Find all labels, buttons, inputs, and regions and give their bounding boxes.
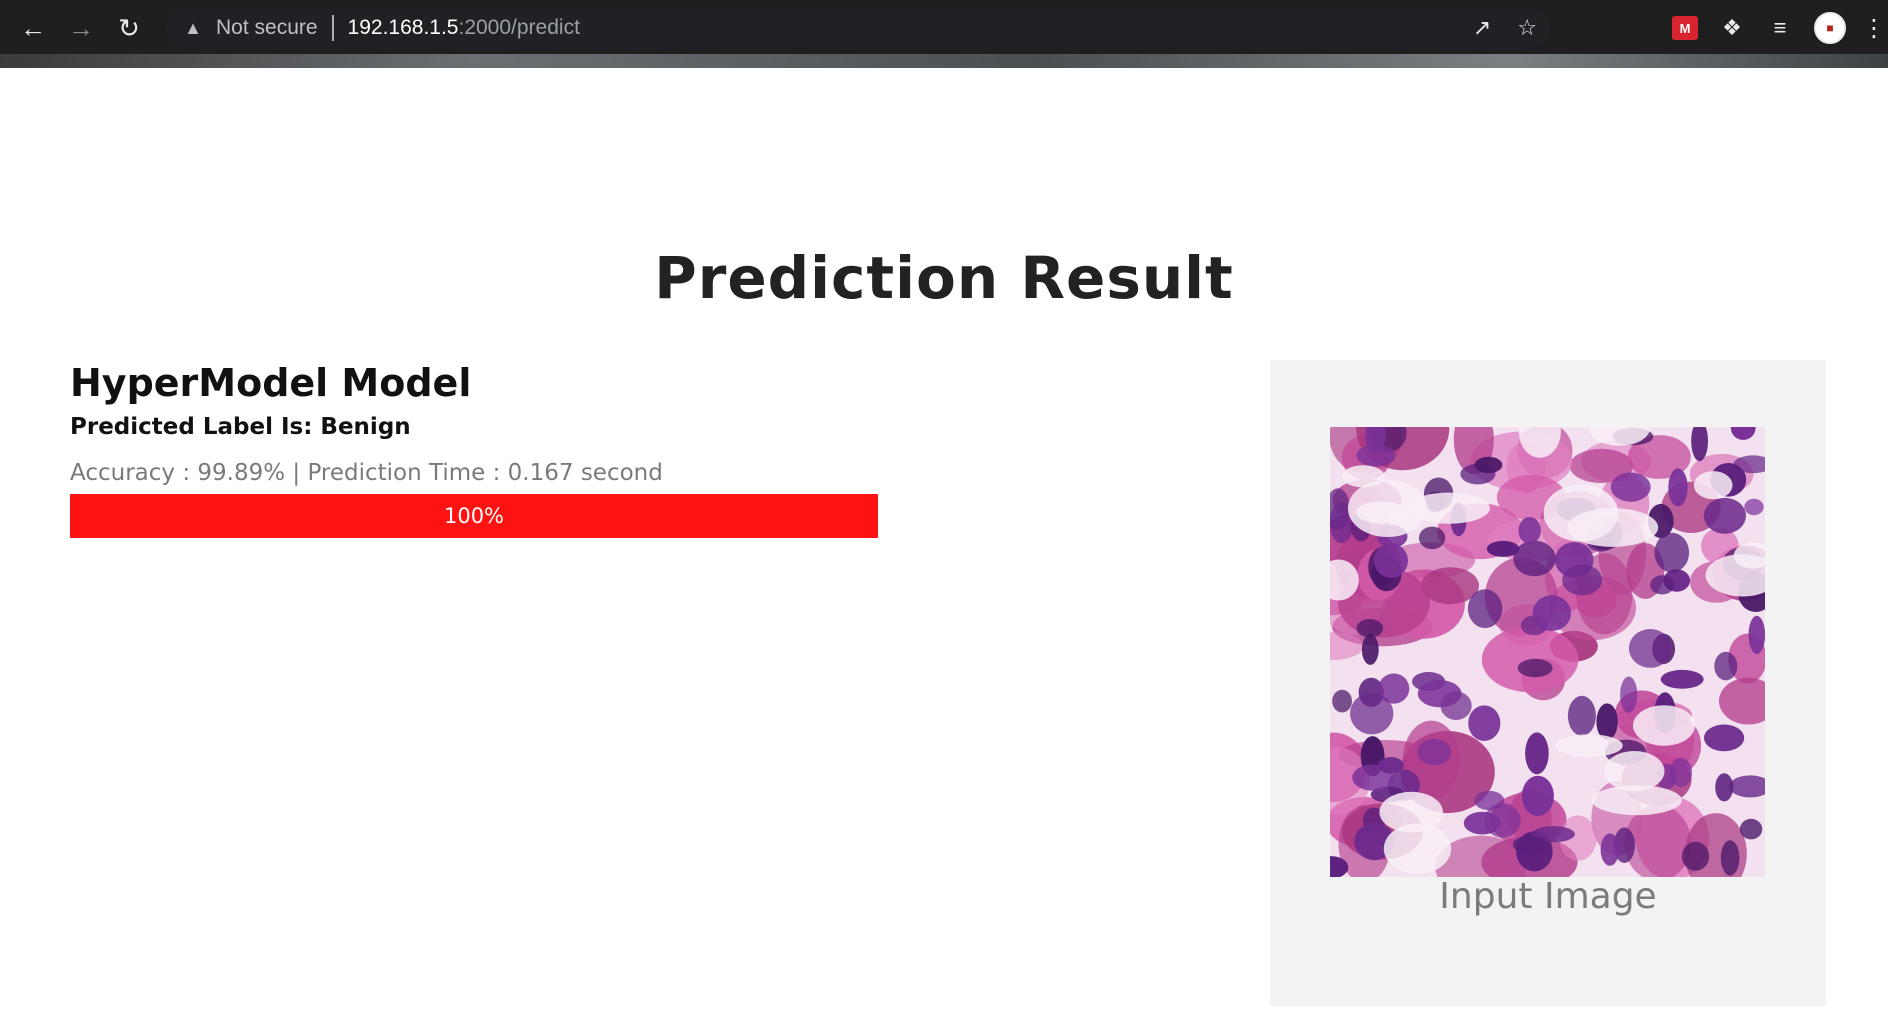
prediction-metrics: Accuracy : 99.89% | Prediction Time : 0.… [70, 460, 663, 486]
share-icon[interactable]: ↗ [1473, 15, 1491, 41]
security-label[interactable]: Not secure [216, 16, 318, 40]
progress-label: 100% [443, 504, 505, 528]
progress-fill: 100% [70, 494, 878, 538]
profile-avatar-icon[interactable]: ■ [1814, 12, 1846, 44]
url-host[interactable]: 192.168.1.5 [348, 16, 459, 40]
url-path[interactable]: :2000/predict [458, 16, 579, 40]
input-image-card: Input Image [1270, 360, 1826, 1006]
forward-button[interactable]: → [63, 10, 99, 46]
warning-triangle-icon[interactable]: ▲ [182, 17, 204, 39]
media-playlist-icon[interactable]: ≡ [1766, 14, 1794, 42]
predicted-label: Predicted Label Is: Benign [70, 414, 411, 440]
puzzle-extensions-icon[interactable]: ❖ [1718, 14, 1746, 42]
address-bar[interactable]: ▲ Not secure 192.168.1.5:2000/predict ↗ … [166, 7, 1551, 49]
browser-toolbar: ← → ↻ ▲ Not secure 192.168.1.5:2000/pred… [0, 0, 1888, 68]
arrow-left-icon: ← [20, 12, 46, 43]
star-icon[interactable]: ☆ [1517, 15, 1537, 41]
confidence-progress-bar: 100% [70, 494, 878, 538]
image-caption: Input Image [1439, 876, 1657, 917]
reload-button[interactable]: ↻ [111, 10, 147, 46]
extensions-area: M ❖ ≡ ■ ⋮ [1672, 10, 1886, 46]
result-panel: HyperModel Model Predicted Label Is: Ben… [70, 360, 880, 538]
kebab-menu-icon[interactable]: ⋮ [1862, 14, 1886, 43]
red-extension-icon[interactable]: M [1672, 16, 1698, 40]
reload-icon: ↻ [118, 12, 140, 43]
arrow-right-icon: → [68, 12, 94, 43]
model-name: HyperModel Model [70, 361, 472, 405]
back-button[interactable]: ← [15, 10, 51, 46]
input-image [1330, 427, 1765, 877]
omnibox-divider [331, 15, 334, 41]
tab-background-strip [0, 54, 1888, 68]
histology-image [1330, 427, 1765, 877]
page-title: Prediction Result [654, 244, 1234, 312]
